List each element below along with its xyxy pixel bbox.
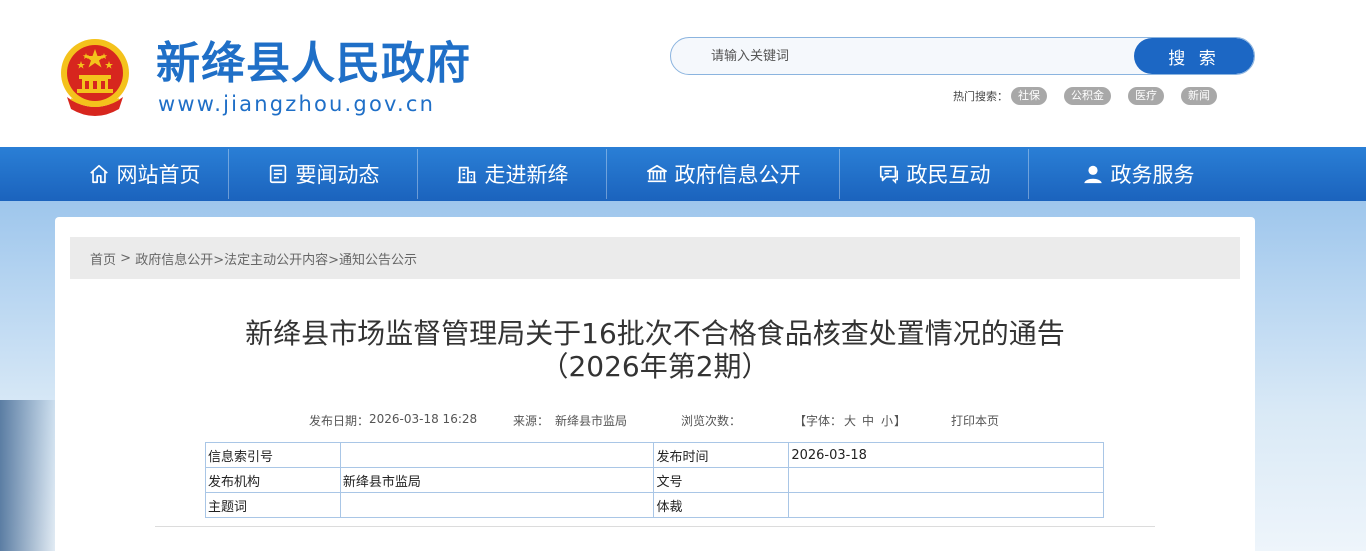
source-label: 来源：: [513, 414, 550, 428]
table-cell-value: [339, 442, 655, 468]
nav-item-about[interactable]: 走进新绛: [418, 147, 606, 201]
site-title[interactable]: 新绛县人民政府: [156, 38, 471, 90]
nav-item-label: 政务服务: [1110, 163, 1195, 187]
breadcrumb-home-link[interactable]: 首页: [90, 249, 116, 268]
table-cell-label: 发布时间: [653, 442, 790, 468]
publish-date-label: 发布日期：: [309, 414, 370, 428]
article-title-line2: （2026年第2期）: [540, 350, 770, 383]
breadcrumb-gov-info-link[interactable]: 政府信息公开: [135, 249, 213, 268]
table-cell-label: 发布机构: [205, 467, 341, 493]
print-page-link[interactable]: 打印本页: [951, 412, 999, 429]
hot-search-label: 热门搜索：: [953, 90, 1008, 103]
table-row: 发布机构 新绛县市监局 文号: [205, 467, 1104, 493]
content-card: 首页 > 政府信息公开 >法定主动公开内容 >通知公告公示 新绛县市场监督管理局…: [55, 217, 1255, 551]
breadcrumb-separator: >: [116, 250, 136, 266]
nav-item-home[interactable]: 网站首页: [60, 147, 228, 201]
font-size-large[interactable]: 大: [844, 412, 856, 429]
chat-icon: [879, 165, 898, 185]
hot-tag-housing-fund[interactable]: 公积金: [1064, 87, 1111, 105]
content-divider: [155, 526, 1155, 527]
search-button[interactable]: 搜 索: [1134, 38, 1254, 74]
national-emblem-icon[interactable]: [57, 37, 133, 117]
publish-date-value: 2026-03-18 16:28: [369, 412, 478, 426]
table-cell-value: [339, 492, 655, 518]
hot-tag-medical[interactable]: 医疗: [1128, 87, 1164, 105]
views-label: 浏览次数：: [681, 414, 742, 428]
table-cell-value: [788, 492, 1104, 518]
info-table: 信息索引号 发布时间 2026-03-18 发布机构 新绛县市监局 文号 主题词…: [205, 442, 1104, 518]
font-size-bracket-close: 】: [894, 414, 907, 428]
main-nav: 网站首页 要闻动态 走进新绛 政府信息公开 政民互动 政务服务: [0, 147, 1366, 201]
nav-item-label: 网站首页: [116, 163, 201, 187]
breadcrumb: 首页 > 政府信息公开 >法定主动公开内容 >通知公告公示: [70, 237, 1240, 279]
table-row: 信息索引号 发布时间 2026-03-18: [205, 442, 1104, 468]
breadcrumb-notices-link[interactable]: >通知公告公示: [328, 249, 417, 268]
breadcrumb-mandatory-disclosure-link[interactable]: >法定主动公开内容: [213, 249, 328, 268]
nav-item-services[interactable]: 政务服务: [1029, 147, 1247, 201]
table-cell-label: 信息索引号: [205, 442, 341, 468]
article-meta: 发布日期： 2026-03-18 16:28 来源： 新绛县市监局 浏览次数： …: [55, 412, 1255, 430]
user-icon: [1083, 165, 1102, 184]
government-icon: [646, 164, 667, 183]
table-cell-value: 新绛县市监局: [339, 467, 655, 493]
table-cell-value: [788, 467, 1104, 493]
home-icon: [89, 164, 108, 184]
font-size-bracket-open: 【字体：: [794, 414, 843, 428]
nav-item-label: 政府信息公开: [674, 163, 801, 187]
font-size-medium[interactable]: 中: [862, 412, 874, 429]
font-size-small[interactable]: 小: [881, 412, 893, 429]
nav-item-label: 政民互动: [906, 163, 991, 187]
table-cell-label: 主题词: [205, 492, 341, 518]
nav-item-interaction[interactable]: 政民互动: [840, 147, 1028, 201]
hot-tag-social-security[interactable]: 社保: [1011, 87, 1047, 105]
search-box: 搜 索: [670, 37, 1255, 75]
news-icon: [269, 164, 286, 184]
background-shade: [0, 400, 60, 551]
nav-item-label: 走进新绛: [484, 163, 569, 187]
table-cell-value: 2026-03-18: [788, 442, 1104, 468]
hot-search: 热门搜索： 社保 公积金 医疗 新闻: [953, 86, 1217, 106]
table-row: 主题词 体裁: [205, 492, 1104, 518]
search-input[interactable]: [671, 38, 1135, 74]
source-value: 新绛县市监局: [555, 414, 628, 428]
site-header: 新绛县人民政府 www.jiangzhou.gov.cn 搜 索 热门搜索： 社…: [0, 0, 1366, 147]
nav-item-gov-info[interactable]: 政府信息公开: [607, 147, 839, 201]
hot-tag-news[interactable]: 新闻: [1181, 87, 1217, 105]
building-icon: [457, 166, 476, 184]
nav-item-news[interactable]: 要闻动态: [229, 147, 417, 201]
nav-item-label: 要闻动态: [295, 163, 380, 187]
article-title-line1: 新绛县市场监督管理局关于16批次不合格食品核查处置情况的通告: [245, 317, 1065, 350]
table-cell-label: 体裁: [653, 492, 790, 518]
table-cell-label: 文号: [653, 467, 790, 493]
article-title: 新绛县市场监督管理局关于16批次不合格食品核查处置情况的通告 （2026年第2期…: [55, 317, 1255, 383]
site-url: www.jiangzhou.gov.cn: [158, 92, 436, 116]
